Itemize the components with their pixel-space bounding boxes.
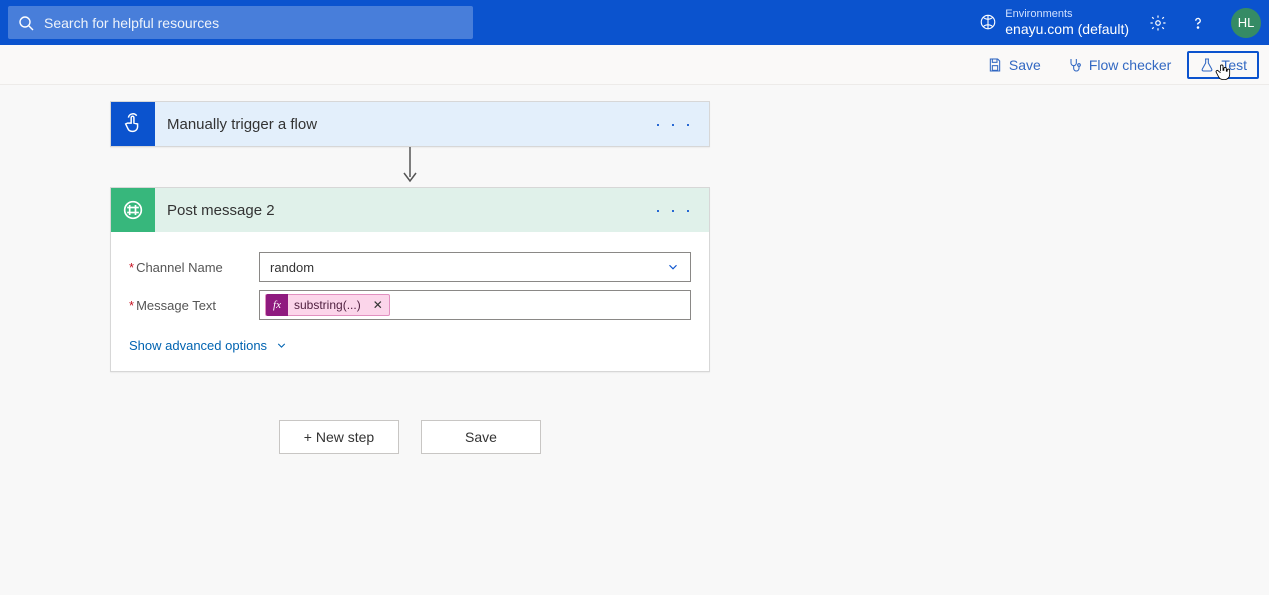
hash-icon [123, 200, 143, 220]
top-bar: Environments enayu.com (default) HL [0, 0, 1269, 45]
topbar-right: Environments enayu.com (default) HL [979, 8, 1261, 38]
chevron-down-icon [275, 339, 288, 352]
cmd-save-label: Save [1009, 57, 1041, 73]
env-name: enayu.com (default) [1005, 21, 1129, 37]
search-icon [18, 15, 34, 31]
env-label: Environments [1005, 8, 1129, 21]
action-icon-box [111, 188, 155, 232]
cmd-test[interactable]: Test [1187, 51, 1259, 79]
gear-icon [1149, 14, 1167, 32]
show-advanced-label: Show advanced options [129, 338, 267, 353]
field-channel-label: *Channel Name [129, 252, 259, 275]
flow-arrow [110, 147, 710, 187]
action-title: Post message 2 [155, 202, 655, 219]
bottom-actions: + New step Save [110, 420, 710, 454]
token-remove[interactable]: ✕ [367, 298, 389, 312]
channel-dropdown[interactable]: random [259, 252, 691, 282]
action-menu[interactable]: · · · [655, 200, 709, 221]
fx-icon: fx [266, 294, 288, 316]
show-advanced[interactable]: Show advanced options [129, 338, 691, 353]
help-icon [1189, 14, 1207, 32]
search-input[interactable] [44, 15, 463, 31]
expression-token[interactable]: fx substring(...) ✕ [265, 294, 390, 316]
environment-icon [979, 13, 997, 31]
save-button[interactable]: Save [421, 420, 541, 454]
trigger-icon-box [111, 102, 155, 146]
cmd-flow-checker-label: Flow checker [1089, 57, 1171, 73]
action-card[interactable]: Post message 2 · · · *Channel Name rando… [110, 187, 710, 372]
message-input[interactable]: fx substring(...) ✕ [259, 290, 691, 320]
trigger-card[interactable]: Manually trigger a flow · · · [110, 101, 710, 147]
trigger-menu[interactable]: · · · [655, 114, 709, 135]
cmd-test-label: Test [1221, 57, 1247, 73]
action-body: *Channel Name random *Message Text [111, 232, 709, 371]
environment-picker[interactable]: Environments enayu.com (default) [979, 8, 1129, 37]
new-step-button[interactable]: + New step [279, 420, 399, 454]
touch-icon [122, 113, 144, 135]
avatar[interactable]: HL [1231, 8, 1261, 38]
cmd-save[interactable]: Save [977, 51, 1051, 79]
save-icon [987, 57, 1003, 73]
settings-button[interactable] [1147, 12, 1169, 34]
cmd-flow-checker[interactable]: Flow checker [1057, 51, 1181, 79]
command-bar: Save Flow checker Test [0, 45, 1269, 85]
chevron-down-icon [666, 260, 680, 274]
field-message-label: *Message Text [129, 290, 259, 313]
fx-text: substring(...) [294, 298, 367, 312]
trigger-title: Manually trigger a flow [155, 116, 655, 133]
field-message: *Message Text fx substring(...) ✕ [129, 290, 691, 320]
flask-icon [1199, 57, 1215, 73]
stethoscope-icon [1067, 57, 1083, 73]
field-channel: *Channel Name random [129, 252, 691, 282]
channel-value: random [270, 260, 314, 275]
flow-canvas: Manually trigger a flow · · · Post messa… [0, 85, 1269, 454]
search-box[interactable] [8, 6, 473, 39]
help-button[interactable] [1187, 12, 1209, 34]
